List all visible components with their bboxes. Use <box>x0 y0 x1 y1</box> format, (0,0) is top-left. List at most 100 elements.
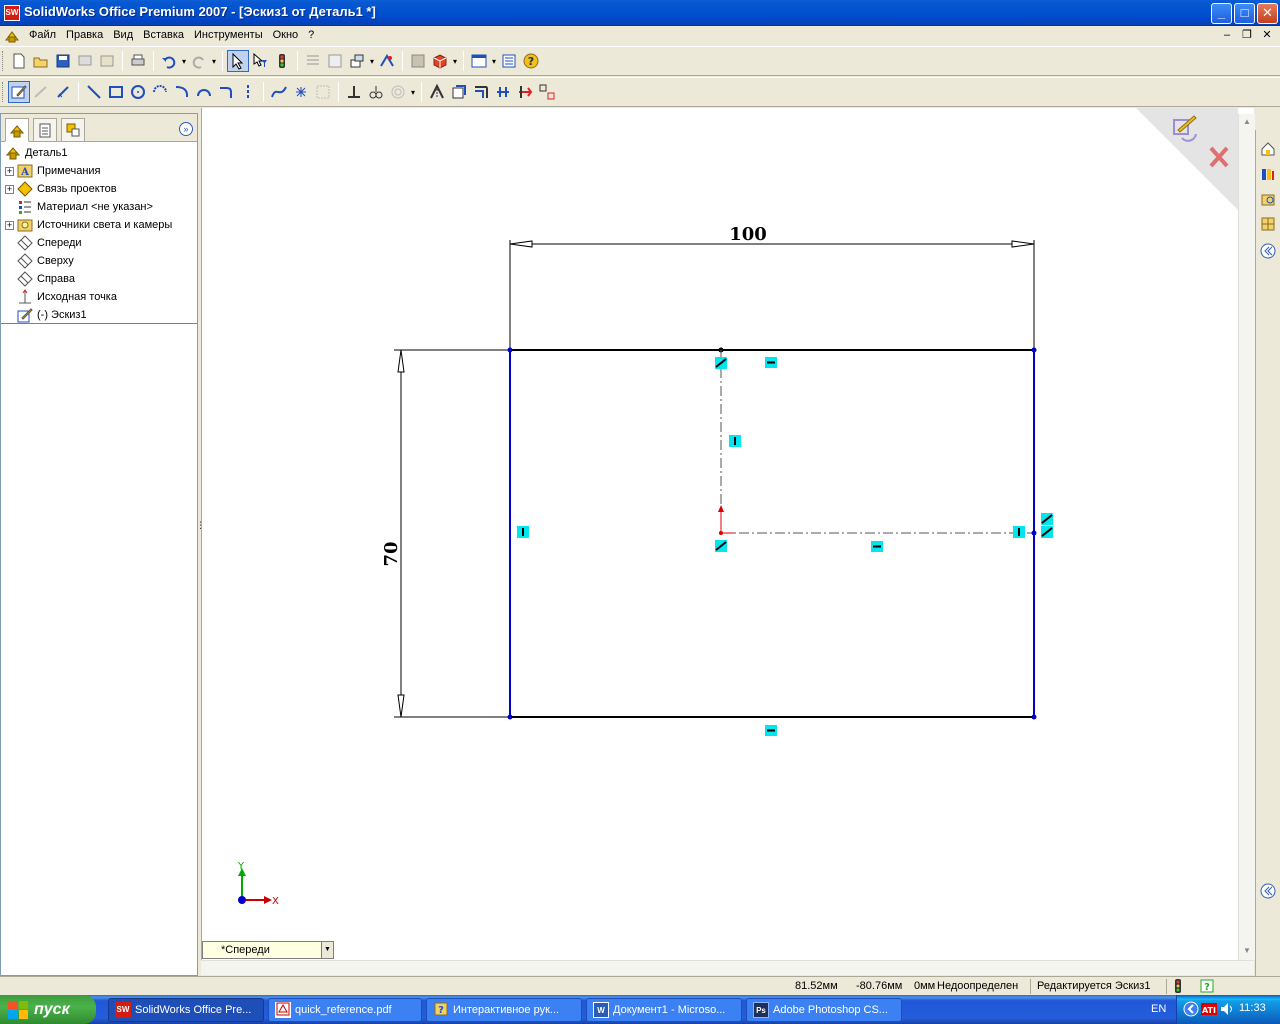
home-icon[interactable] <box>1259 140 1277 158</box>
sketch-canvas[interactable]: 100 70 Y X <box>202 108 1255 975</box>
circle-icon[interactable] <box>127 81 149 103</box>
tree-item-part[interactable]: Деталь1 <box>5 144 195 162</box>
help-icon[interactable]: ? <box>520 50 542 72</box>
properties-icon[interactable] <box>376 50 398 72</box>
view-palette-icon[interactable] <box>1259 215 1277 233</box>
menu-help[interactable]: ? <box>303 29 319 41</box>
rebuild-status-icon[interactable] <box>1172 979 1184 996</box>
dimension-width[interactable]: 100 <box>509 224 1035 350</box>
title-bar[interactable]: SW SolidWorks Office Premium 2007 - [Эск… <box>0 0 1280 26</box>
extend-icon[interactable] <box>492 81 514 103</box>
doc-close-button[interactable]: ✕ <box>1260 28 1274 42</box>
part-dropdown-icon[interactable]: ▾ <box>451 57 459 66</box>
dimension-icon[interactable] <box>52 81 74 103</box>
file-explorer-icon[interactable] <box>1259 190 1277 208</box>
solidworks-app-icon[interactable]: SW <box>4 5 20 21</box>
options-dropdown-icon[interactable]: ▾ <box>368 57 376 66</box>
grid-icon[interactable] <box>324 50 346 72</box>
rebuild-icon[interactable] <box>271 50 293 72</box>
tree-item-origin[interactable]: Исходная точка <box>5 288 195 306</box>
document-icon[interactable] <box>4 28 20 44</box>
expand-icon[interactable]: + <box>5 184 14 194</box>
taskbar-item-pdf[interactable]: quick_reference.pdf <box>268 998 422 1022</box>
point-icon[interactable] <box>290 81 312 103</box>
print-icon[interactable] <box>127 50 149 72</box>
tree-item-design-binder[interactable]: + Связь проектов <box>5 180 195 198</box>
sketch-pattern-icon[interactable] <box>536 81 558 103</box>
mirror-icon[interactable] <box>426 81 448 103</box>
sketch-centerlines[interactable] <box>720 350 1037 536</box>
taskbar-item-help[interactable]: ? Интерактивное рук... <box>426 998 582 1022</box>
toolbar-grip[interactable] <box>2 82 5 102</box>
dimension-width-label[interactable]: 100 <box>729 224 767 245</box>
3d-part-icon[interactable] <box>429 50 451 72</box>
redo-icon[interactable] <box>188 50 210 72</box>
select-filter-icon[interactable] <box>249 50 271 72</box>
taskbar-item-solidworks[interactable]: SW SolidWorks Office Pre... <box>108 998 264 1022</box>
3point-arc-icon[interactable] <box>193 81 215 103</box>
clock[interactable]: 11:33 <box>1239 1002 1266 1014</box>
offset-entities-icon[interactable] <box>387 81 409 103</box>
customize-icon[interactable] <box>498 50 520 72</box>
ati-tray-icon[interactable]: ATI <box>1201 1001 1217 1020</box>
centerpoint-arc-icon[interactable] <box>149 81 171 103</box>
dimension-height-label[interactable]: 70 <box>381 541 402 566</box>
undo-dropdown-icon[interactable]: ▾ <box>180 57 188 66</box>
expand-pane-icon[interactable] <box>1259 882 1277 900</box>
maximize-button[interactable]: □ <box>1234 3 1255 24</box>
volume-tray-icon[interactable] <box>1219 1001 1235 1020</box>
convert-entities-icon[interactable] <box>448 81 470 103</box>
redo-dropdown-icon[interactable]: ▾ <box>210 57 218 66</box>
language-indicator[interactable]: EN <box>1151 1003 1166 1015</box>
close-button[interactable]: ✕ <box>1257 3 1278 24</box>
trim-icon[interactable] <box>470 81 492 103</box>
rectangle-icon[interactable] <box>105 81 127 103</box>
toolbar-grip[interactable] <box>2 51 5 71</box>
taskbar-item-photoshop[interactable]: Ps Adobe Photoshop CS... <box>746 998 902 1022</box>
tab-configuration-manager[interactable] <box>61 118 85 142</box>
view-selector[interactable]: *Спереди ▼ <box>202 941 334 959</box>
tangent-arc-icon[interactable] <box>171 81 193 103</box>
collapse-pane-icon[interactable] <box>1259 242 1277 260</box>
menu-insert[interactable]: Вставка <box>138 29 189 41</box>
centerline-icon[interactable] <box>237 81 259 103</box>
tree-item-lights-cameras[interactable]: + Источники света и камеры <box>5 216 195 234</box>
expand-panel-icon[interactable]: » <box>179 122 193 136</box>
tree-item-top-plane[interactable]: Сверху <box>5 252 195 270</box>
scroll-up-icon[interactable]: ▲ <box>1239 114 1255 130</box>
save-icon[interactable] <box>52 50 74 72</box>
tab-property-manager[interactable] <box>33 118 57 142</box>
move-entities-icon[interactable] <box>514 81 536 103</box>
doc-minimize-button[interactable]: – <box>1220 28 1234 42</box>
spline-icon[interactable] <box>268 81 290 103</box>
tree-item-sketch1[interactable]: (-) Эскиз1 <box>5 306 195 324</box>
graphics-area[interactable]: 100 70 Y X <box>201 108 1254 975</box>
open-icon[interactable] <box>30 50 52 72</box>
list-icon[interactable] <box>302 50 324 72</box>
help-status-icon[interactable]: ? <box>1200 979 1214 996</box>
offset-dropdown-icon[interactable]: ▾ <box>409 88 417 97</box>
window-layout-icon[interactable] <box>468 50 490 72</box>
dimension-height[interactable]: 70 <box>381 349 510 718</box>
edit-sketch-icon[interactable] <box>8 81 30 103</box>
network-tray-icon[interactable] <box>1183 1001 1199 1020</box>
add-relation-icon[interactable] <box>343 81 365 103</box>
horizontal-scrollbar[interactable] <box>201 960 1254 975</box>
tree-item-right-plane[interactable]: Справа <box>5 270 195 288</box>
grid-settings-icon[interactable] <box>407 50 429 72</box>
select-icon[interactable] <box>227 50 249 72</box>
tree-item-annotations[interactable]: + A Примечания <box>5 162 195 180</box>
panel-splitter[interactable]: ⋮ <box>196 520 205 542</box>
display-relations-icon[interactable] <box>365 81 387 103</box>
make-drawing-icon[interactable] <box>96 50 118 72</box>
window-dropdown-icon[interactable]: ▾ <box>490 57 498 66</box>
doc-restore-button[interactable]: ❐ <box>1240 28 1254 42</box>
tree-item-front-plane[interactable]: Спереди <box>5 234 195 252</box>
menu-view[interactable]: Вид <box>108 29 138 41</box>
taskbar-item-word[interactable]: W Документ1 - Microso... <box>586 998 742 1022</box>
scroll-down-icon[interactable]: ▼ <box>1239 943 1255 959</box>
tree-item-material[interactable]: Материал <не указан> <box>5 198 195 216</box>
start-button[interactable]: пуск <box>0 995 96 1024</box>
expand-icon[interactable]: + <box>5 220 14 230</box>
minimize-button[interactable]: _ <box>1211 3 1232 24</box>
